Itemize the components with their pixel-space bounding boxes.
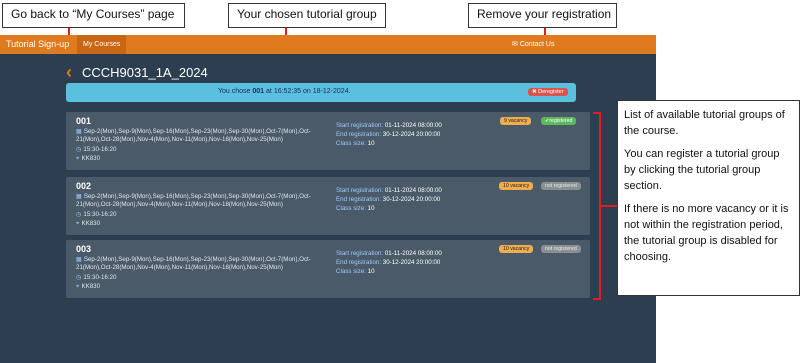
group-dates: ▦ Sep-2(Mon),Sep-9(Mon),Sep-16(Mon),Sep-2… (76, 193, 332, 209)
course-title: CCCH9031_1A_2024 (82, 65, 208, 80)
contact-label: Contact Us (519, 41, 555, 48)
app-window: Tutorial Sign-up My Courses ✉ Contact Us… (0, 35, 656, 363)
calendar-icon: ▦ (76, 256, 82, 263)
group-room: ⌖ KK830 (76, 155, 100, 163)
note-paragraph-3: If there is no more vacancy or it is not… (624, 203, 789, 263)
group-room-text: KK830 (81, 155, 101, 162)
start-label: Start registration: (336, 250, 384, 257)
not-registered-badge: not registered (541, 245, 581, 253)
note-paragraph-1: List of available tutorial groups of the… (624, 109, 785, 137)
end-registration: End registration: 30-12-2024 20:00:00 (336, 196, 440, 203)
end-label: End registration: (336, 196, 382, 203)
calendar-icon: ▦ (76, 128, 82, 135)
end-registration: End registration: 30-12-2024 20:00:00 (336, 131, 440, 138)
end-label: End registration: (336, 131, 382, 138)
size-value: 10 (367, 268, 375, 275)
start-registration: Start registration: 01-11-2024 08:00:00 (336, 122, 442, 129)
size-label: Class size: (336, 205, 366, 212)
group-dates: ▦ Sep-2(Mon),Sep-9(Mon),Sep-16(Mon),Sep-2… (76, 256, 332, 272)
tutorial-group-001[interactable]: 001 ▦ Sep-2(Mon),Sep-9(Mon),Sep-16(Mon),S… (66, 112, 590, 170)
location-pin-icon: ⌖ (76, 155, 80, 162)
vacancy-badge: 10 vacancy (499, 182, 534, 190)
group-time: ◷ 15:30-16:20 (76, 211, 116, 218)
group-time-text: 15:30-16:20 (83, 211, 117, 218)
clock-icon: ◷ (76, 211, 82, 218)
registered-badge: ✔registered (541, 117, 577, 125)
deregister-label: Deregister (538, 89, 564, 95)
tutorial-group-002[interactable]: 002 ▦ Sep-2(Mon),Sep-9(Mon),Sep-16(Mon),S… (66, 177, 590, 235)
note-paragraph-2: You can register a tutorial group by cli… (624, 148, 780, 192)
bracket-top (593, 112, 601, 114)
back-chevron-icon[interactable]: ‹ (66, 63, 72, 81)
location-pin-icon: ⌖ (76, 220, 80, 227)
callout-remove: Remove your registration (468, 3, 617, 28)
group-dates-text: Sep-2(Mon),Sep-9(Mon),Sep-16(Mon),Sep-23… (76, 193, 311, 208)
group-time-text: 15:30-16:20 (83, 274, 117, 281)
chosen-group-text: You chose 001 at 16:52:35 on 18-12-2024. (218, 88, 351, 95)
group-code: 002 (76, 181, 92, 191)
group-room-text: KK830 (81, 283, 101, 290)
size-label: Class size: (336, 268, 366, 275)
mail-icon: ✉ (512, 41, 518, 48)
start-value: 01-11-2024 08:00:00 (384, 250, 442, 257)
class-size: Class size: 10 (336, 268, 375, 275)
start-registration: Start registration: 01-11-2024 08:00:00 (336, 187, 442, 194)
nav-contact-us[interactable]: ✉ Contact Us (512, 40, 554, 48)
size-value: 10 (367, 205, 375, 212)
group-room: ⌖ KK830 (76, 220, 100, 228)
tutorial-group-003[interactable]: 003 ▦ Sep-2(Mon),Sep-9(Mon),Sep-16(Mon),S… (66, 240, 590, 298)
group-dates: ▦ Sep-2(Mon),Sep-9(Mon),Sep-16(Mon),Sep-2… (76, 128, 332, 144)
calendar-icon: ▦ (76, 193, 82, 200)
end-value: 30-12-2024 20:00:00 (382, 131, 441, 138)
chosen-on: on (303, 88, 311, 95)
start-value: 01-11-2024 08:00:00 (384, 187, 442, 194)
group-time: ◷ 15:30-16:20 (76, 274, 116, 281)
class-size: Class size: 10 (336, 140, 375, 147)
group-dates-text: Sep-2(Mon),Sep-9(Mon),Sep-16(Mon),Sep-23… (76, 128, 311, 143)
start-value: 01-11-2024 08:00:00 (384, 122, 442, 129)
vacancy-badge: 10 vacancy (499, 245, 534, 253)
size-label: Class size: (336, 140, 366, 147)
start-registration: Start registration: 01-11-2024 08:00:00 (336, 250, 442, 257)
not-registered-badge: not registered (541, 182, 581, 190)
end-label: End registration: (336, 259, 382, 266)
start-label: Start registration: (336, 187, 384, 194)
group-code: 003 (76, 244, 92, 254)
nav-my-courses[interactable]: My Courses (77, 35, 127, 54)
chosen-at: at (266, 88, 272, 95)
clock-icon: ◷ (76, 274, 82, 281)
chosen-group-code: 001 (252, 88, 265, 95)
chosen-group-banner: You chose 001 at 16:52:35 on 18-12-2024.… (66, 83, 576, 102)
registered-label: registered (549, 118, 573, 124)
bracket-bottom (593, 298, 601, 300)
app-brand[interactable]: Tutorial Sign-up (6, 39, 69, 49)
group-time-text: 15:30-16:20 (83, 146, 117, 153)
group-room: ⌖ KK830 (76, 283, 100, 291)
location-pin-icon: ⌖ (76, 283, 80, 290)
side-note: List of available tutorial groups of the… (617, 100, 800, 296)
group-dates-text: Sep-2(Mon),Sep-9(Mon),Sep-16(Mon),Sep-23… (76, 256, 311, 271)
deregister-button[interactable]: ✖ Deregister (528, 88, 568, 96)
end-value: 30-12-2024 20:00:00 (382, 196, 441, 203)
end-value: 30-12-2024 20:00:00 (382, 259, 441, 266)
topbar: Tutorial Sign-up My Courses ✉ Contact Us (0, 35, 656, 54)
group-code: 001 (76, 116, 92, 126)
close-icon: ✖ (532, 89, 537, 95)
vacancy-badge: 9 vacancy (500, 117, 532, 125)
bracket-connector (601, 205, 617, 207)
chosen-date: 18-12-2024. (312, 88, 351, 95)
callout-back: Go back to “My Courses” page (2, 3, 185, 28)
group-time: ◷ 15:30-16:20 (76, 146, 116, 153)
chosen-time: 16:52:35 (273, 88, 302, 95)
callout-group: Your chosen tutorial group (228, 3, 386, 28)
start-label: Start registration: (336, 122, 384, 129)
chosen-prefix: You chose (218, 88, 251, 95)
class-size: Class size: 10 (336, 205, 375, 212)
end-registration: End registration: 30-12-2024 20:00:00 (336, 259, 440, 266)
size-value: 10 (367, 140, 375, 147)
clock-icon: ◷ (76, 146, 82, 153)
group-room-text: KK830 (81, 220, 101, 227)
